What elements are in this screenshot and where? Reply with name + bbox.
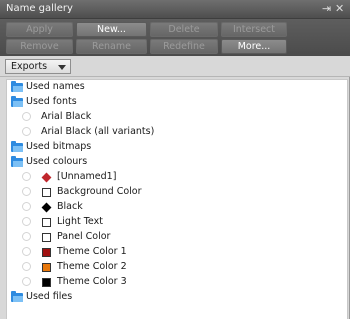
panel-title: Name gallery	[6, 3, 73, 14]
select-radio[interactable]	[22, 277, 31, 286]
item-label: Theme Color 1	[57, 246, 127, 257]
intersect-button[interactable]: Intersect	[221, 22, 287, 37]
select-radio[interactable]	[22, 262, 31, 271]
item-label: Theme Color 3	[57, 276, 127, 287]
pin-icon[interactable]: ⇥	[322, 2, 331, 15]
filter-bar: Exports	[0, 56, 350, 77]
apply-button[interactable]: Apply	[6, 22, 73, 37]
diamond-swatch-icon	[41, 172, 52, 183]
color-swatch-icon	[42, 188, 51, 197]
category-label: Used names	[26, 81, 85, 92]
list-item[interactable]: [Unnamed1]	[7, 170, 347, 185]
category-used-fonts[interactable]: Used fonts	[7, 95, 347, 110]
select-radio[interactable]	[22, 217, 31, 226]
folder-icon	[11, 291, 23, 302]
item-label: Arial Black (all variants)	[41, 126, 155, 137]
color-swatch-icon	[42, 263, 51, 272]
category-used-bitmaps[interactable]: Used bitmaps	[7, 140, 347, 155]
item-label: Arial Black	[41, 111, 92, 122]
folder-icon	[11, 81, 23, 92]
category-label: Used bitmaps	[26, 141, 92, 152]
select-radio[interactable]	[22, 112, 31, 121]
list-item[interactable]: Theme Color 1	[7, 245, 347, 260]
exports-dropdown[interactable]: Exports	[5, 59, 71, 74]
chevron-down-icon	[58, 65, 66, 70]
list-item[interactable]: Black	[7, 200, 347, 215]
title-bar: Name gallery ⇥ ✕	[0, 0, 350, 19]
diamond-swatch-icon	[41, 202, 52, 213]
select-radio[interactable]	[22, 232, 31, 241]
rename-button[interactable]: Rename	[76, 39, 147, 54]
category-label: Used colours	[26, 156, 88, 167]
folder-icon	[11, 141, 23, 152]
list-item[interactable]: Arial Black (all variants)	[7, 125, 347, 140]
name-gallery-panel: Name gallery ⇥ ✕ Apply New... Delete Int…	[0, 0, 350, 319]
list-item[interactable]: Theme Color 3	[7, 275, 347, 290]
more-button[interactable]: More...	[221, 39, 287, 54]
select-radio[interactable]	[22, 187, 31, 196]
new-button[interactable]: New...	[76, 22, 147, 37]
dropdown-value: Exports	[11, 61, 48, 72]
category-label: Used files	[26, 291, 73, 302]
list-item[interactable]: Light Text	[7, 215, 347, 230]
color-swatch-icon	[42, 218, 51, 227]
select-radio[interactable]	[22, 247, 31, 256]
category-used-colours[interactable]: Used colours	[7, 155, 347, 170]
list-item[interactable]: Panel Color	[7, 230, 347, 245]
redefine-button[interactable]: Redefine	[150, 39, 218, 54]
select-radio[interactable]	[22, 127, 31, 136]
item-label: [Unnamed1]	[57, 171, 117, 182]
select-radio[interactable]	[22, 172, 31, 181]
category-used-names[interactable]: Used names	[7, 80, 347, 95]
color-swatch-icon	[42, 233, 51, 242]
close-icon[interactable]: ✕	[335, 2, 344, 15]
item-label: Panel Color	[57, 231, 111, 242]
list-item[interactable]: Background Color	[7, 185, 347, 200]
category-label: Used fonts	[26, 96, 77, 107]
category-used-files[interactable]: Used files	[7, 290, 347, 305]
folder-icon	[11, 156, 23, 167]
list-item[interactable]: Arial Black	[7, 110, 347, 125]
color-swatch-icon	[42, 248, 51, 257]
folder-icon	[11, 96, 23, 107]
list-item[interactable]: Theme Color 2	[7, 260, 347, 275]
color-swatch-icon	[42, 278, 51, 287]
item-label: Theme Color 2	[57, 261, 127, 272]
item-label: Light Text	[57, 216, 103, 227]
remove-button[interactable]: Remove	[6, 39, 73, 54]
item-label: Background Color	[57, 186, 142, 197]
item-label: Black	[57, 201, 83, 212]
gallery-tree: Used names Used fonts Arial Black Arial …	[6, 79, 348, 319]
toolbar: Apply New... Delete Intersect Remove Ren…	[0, 19, 350, 56]
select-radio[interactable]	[22, 202, 31, 211]
delete-button[interactable]: Delete	[150, 22, 218, 37]
